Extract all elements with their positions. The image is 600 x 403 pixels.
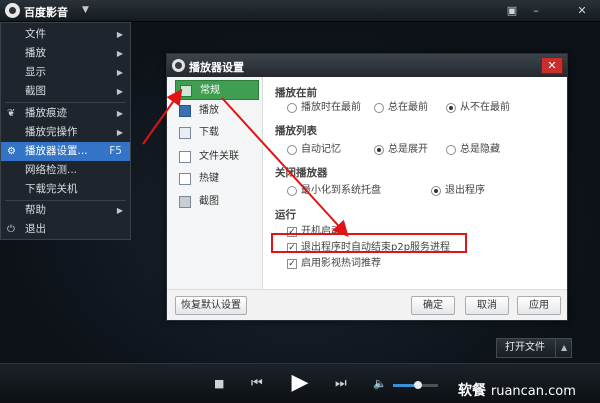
play-icon[interactable]: ▶ bbox=[285, 368, 315, 398]
watermark-domain: ruancan.com bbox=[490, 384, 576, 399]
previous-icon[interactable]: ⏮ bbox=[251, 376, 263, 391]
open-file-label: 打开文件 bbox=[505, 342, 545, 353]
open-file-button[interactable]: 打开文件 ▲ bbox=[496, 338, 572, 358]
next-icon[interactable]: ⏭ bbox=[335, 376, 347, 391]
stop-icon[interactable]: ■ bbox=[214, 377, 224, 390]
player-window: 百度影音 ▼ ▣ – ✕ 文件 ▶ 播放 ▶ 显示 ▶ 截图 ▶ ❦ 播放痕迹 … bbox=[0, 0, 600, 403]
watermark: 软餐 ruancan.com bbox=[458, 380, 576, 400]
arrow-to-general bbox=[142, 88, 183, 145]
watermark-brand: 软餐 bbox=[458, 383, 486, 399]
chevron-up-icon[interactable]: ▲ bbox=[555, 339, 567, 357]
arrow-to-checkbox bbox=[221, 97, 349, 237]
volume-icon[interactable]: 🔈 bbox=[373, 377, 387, 390]
volume-slider-handle[interactable] bbox=[414, 381, 422, 389]
